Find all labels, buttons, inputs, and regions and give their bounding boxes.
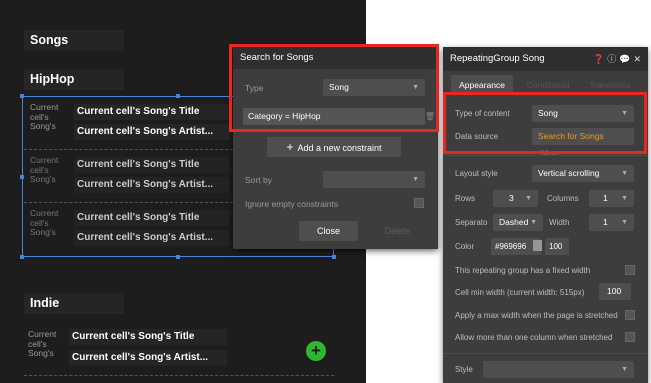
- separator-dropdown[interactable]: Dashed ▼: [493, 214, 543, 231]
- resize-handle[interactable]: [20, 175, 24, 179]
- chevron-down-icon: ▼: [530, 219, 537, 226]
- chevron-down-icon: ▼: [412, 176, 419, 183]
- cell-divider: [24, 375, 334, 376]
- separator-value: Dashed: [499, 217, 529, 227]
- plus-icon: +: [286, 140, 294, 154]
- resize-handle[interactable]: [176, 255, 180, 259]
- rows-value: 3: [509, 193, 514, 203]
- width-dropdown[interactable]: 1 ▼: [589, 214, 634, 231]
- chevron-down-icon: ▼: [621, 195, 628, 202]
- info-icon[interactable]: ⓘ: [607, 54, 619, 64]
- more-columns-label: Allow more than one column when stretche…: [455, 333, 613, 342]
- close-button[interactable]: Close: [299, 221, 358, 241]
- style-dropdown[interactable]: ▼: [483, 361, 634, 378]
- layout-style-label: Layout style: [455, 169, 498, 178]
- resize-handle[interactable]: [20, 94, 24, 98]
- more-columns-checkbox[interactable]: [625, 332, 635, 342]
- add-constraint-button[interactable]: + Add a new constraint: [267, 137, 401, 157]
- add-constraint-label: Add a new constraint: [297, 143, 382, 153]
- divider: [443, 353, 648, 354]
- chevron-down-icon: ▼: [621, 366, 628, 373]
- layout-style-value: Vertical scrolling: [538, 168, 600, 178]
- style-label: Style: [455, 365, 473, 374]
- separator-label: Separato: [455, 218, 488, 227]
- add-element-button[interactable]: +: [306, 341, 326, 361]
- columns-value: 1: [603, 193, 608, 203]
- indie-heading[interactable]: Indie: [24, 293, 124, 314]
- chevron-down-icon: ▼: [621, 170, 628, 177]
- cell-image-placeholder: Current cell's Song's: [28, 329, 57, 358]
- song-title-text[interactable]: Current cell's Song's Title: [69, 329, 227, 345]
- indie-repeating-group-cell[interactable]: Current cell's Song's Current cell's Son…: [22, 325, 332, 377]
- fixed-width-checkbox[interactable]: [625, 265, 635, 275]
- width-label: Width: [549, 218, 570, 227]
- sort-by-dropdown[interactable]: ▼: [323, 171, 425, 188]
- comment-icon[interactable]: 💬: [619, 54, 633, 64]
- resize-handle[interactable]: [20, 255, 24, 259]
- columns-label: Columns: [547, 194, 579, 203]
- property-editor-title: RepeatingGroup Song: [450, 53, 545, 64]
- chevron-down-icon: ▼: [621, 219, 628, 226]
- song-artist-text[interactable]: Current cell's Song's Artist...: [69, 350, 227, 366]
- resize-handle[interactable]: [332, 255, 336, 259]
- rows-label: Rows: [455, 194, 476, 203]
- max-width-label: Apply a max width when the page is stret…: [455, 311, 618, 320]
- divider: [443, 155, 648, 156]
- highlight-annotation: [229, 44, 439, 132]
- color-swatch[interactable]: [533, 240, 542, 251]
- rows-dropdown[interactable]: 3 ▼: [493, 190, 538, 207]
- hiphop-heading[interactable]: HipHop: [24, 69, 124, 90]
- chevron-down-icon: ▼: [525, 195, 532, 202]
- ignore-empty-label: Ignore empty constraints: [245, 199, 339, 209]
- opacity-input[interactable]: 100: [545, 238, 569, 255]
- color-label: Color: [455, 242, 475, 251]
- close-icon[interactable]: ✕: [633, 54, 644, 64]
- width-value: 1: [603, 217, 608, 227]
- layout-style-dropdown[interactable]: Vertical scrolling ▼: [532, 165, 634, 182]
- delete-button[interactable]: Delete: [368, 221, 427, 241]
- ignore-empty-checkbox[interactable]: [414, 198, 424, 208]
- max-width-checkbox[interactable]: [625, 310, 635, 320]
- songs-heading[interactable]: Songs: [24, 30, 124, 51]
- fixed-width-label: This repeating group has a fixed width: [455, 266, 591, 275]
- resize-handle[interactable]: [176, 94, 180, 98]
- help-icon[interactable]: ❓: [593, 54, 607, 64]
- columns-dropdown[interactable]: 1 ▼: [589, 190, 634, 207]
- min-width-label: Cell min width (current width: 515px): [455, 288, 585, 297]
- sort-by-label: Sort by: [245, 175, 272, 185]
- min-width-input[interactable]: 100: [599, 283, 631, 300]
- header-icons[interactable]: ❓ⓘ💬✕: [593, 47, 644, 71]
- property-editor-header: RepeatingGroup Song ❓ⓘ💬✕: [443, 47, 648, 71]
- highlight-annotation: [443, 92, 647, 154]
